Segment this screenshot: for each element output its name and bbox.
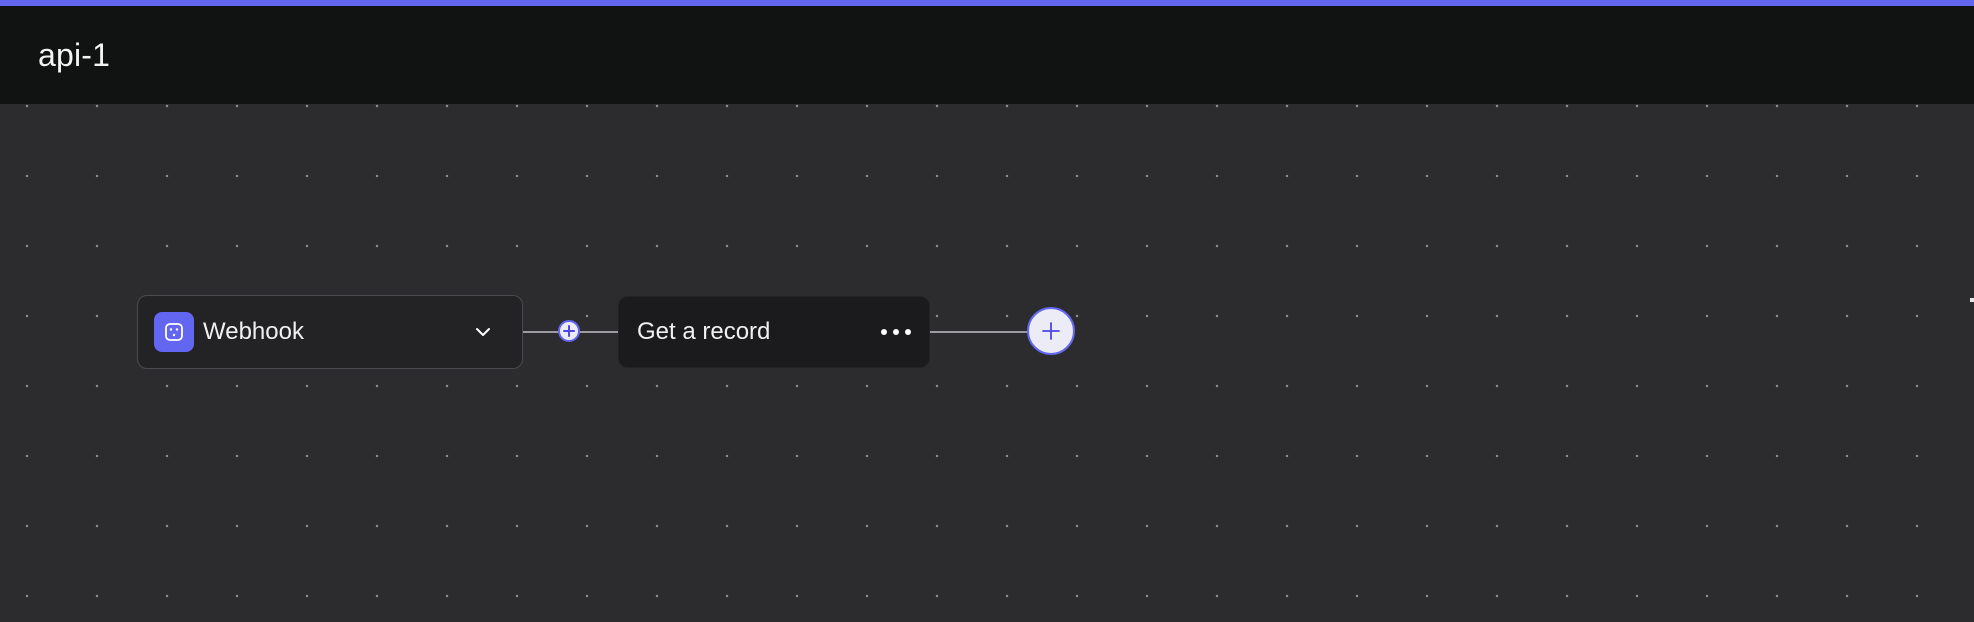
trigger-node[interactable]: Webhook (137, 295, 523, 369)
workflow-title: api-1 (38, 36, 111, 73)
action-node-label: Get a record (637, 318, 771, 345)
workflow-canvas[interactable]: Webhook Get a record (0, 104, 1974, 622)
trigger-node-label: Webhook (203, 318, 304, 345)
insert-step-button[interactable] (558, 320, 580, 342)
canvas-edge-marker (1970, 298, 1974, 302)
action-node[interactable]: Get a record (618, 296, 930, 368)
plus-circle-icon (563, 325, 575, 337)
connector-edge (930, 331, 1028, 333)
webhook-icon (154, 312, 194, 352)
more-horizontal-icon[interactable] (879, 323, 913, 341)
add-step-button[interactable] (1027, 307, 1075, 355)
plus-icon (1042, 322, 1060, 340)
workflow-header: api-1 (0, 6, 1974, 104)
chevron-down-icon[interactable] (474, 326, 492, 338)
